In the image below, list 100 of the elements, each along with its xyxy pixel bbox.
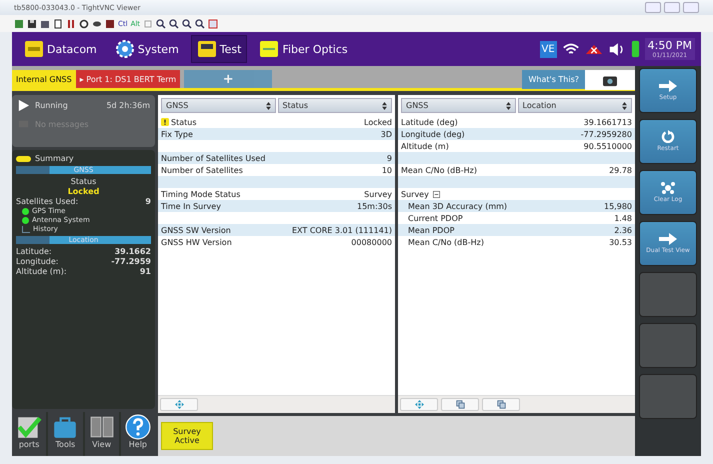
refresh-icon[interactable]: [79, 18, 89, 28]
row-label: Status: [171, 118, 196, 126]
row-label: GNSS SW Version: [161, 226, 231, 234]
row-value: -77.2959280: [580, 130, 632, 138]
row-value: EXT CORE 3.01 (111141): [292, 226, 392, 234]
row-label: Mean PDOP: [408, 226, 454, 234]
field-label: Latitude:: [16, 247, 52, 256]
row-value: 1.48: [614, 214, 632, 222]
status-label: Status: [70, 177, 98, 186]
row-label: Mean C/No (dB-Hz): [408, 238, 484, 246]
splat-icon: [658, 181, 678, 196]
toolbar-icon[interactable]: [14, 18, 24, 28]
fullscreen-icon[interactable]: [208, 18, 218, 28]
help-icon: [124, 414, 151, 440]
field-label: Longitude:: [16, 257, 58, 266]
whats-this-button[interactable]: What's This?: [522, 70, 585, 89]
row-label: Current PDOP: [408, 214, 463, 222]
arrow-icon: [658, 232, 678, 246]
row-label: Latitude (deg): [401, 118, 458, 126]
test-module-icon: [196, 39, 217, 59]
dropdown[interactable]: GNSS: [161, 98, 276, 113]
move-icon: [414, 400, 424, 409]
field-value: 91: [140, 267, 151, 276]
row-value: 2.36: [614, 226, 632, 234]
tool-button[interactable]: ports: [12, 412, 46, 456]
document-icon[interactable]: [53, 18, 63, 28]
play-icon[interactable]: [17, 99, 30, 112]
zoom-icon[interactable]: [156, 18, 166, 28]
checkmark-icon: [16, 414, 42, 440]
spinner-arrows-icon: [382, 102, 387, 110]
pane-button[interactable]: [400, 398, 438, 411]
status-badge: VE: [540, 40, 557, 58]
port-tab[interactable]: ▸ Port 1: DS1 BERT Term: [76, 70, 180, 88]
status-value: Locked: [66, 187, 100, 196]
nav-tab[interactable]: Datacom: [18, 35, 103, 63]
summary-label: Summary: [35, 154, 74, 163]
row-value: 00080000: [351, 238, 392, 246]
nav-tab[interactable]: Test: [190, 35, 248, 63]
field-value: -77.2959: [111, 257, 151, 266]
dropdown[interactable]: GNSS: [401, 98, 516, 113]
arrow-icon: [658, 79, 678, 94]
wifi-icon: [562, 42, 580, 56]
row-value: Locked: [364, 118, 392, 126]
pane-button[interactable]: [482, 398, 520, 411]
summary-led-icon: [16, 156, 31, 162]
row-value: 15m:30s: [356, 202, 392, 210]
pane-button[interactable]: [441, 398, 479, 411]
nav-tab[interactable]: Fiber Optics: [253, 35, 354, 63]
clock-time: 4:50 PM: [648, 39, 692, 52]
row-label: GNSS HW Version: [161, 238, 232, 246]
field-value: 9: [145, 197, 151, 206]
save-icon[interactable]: [27, 18, 37, 28]
zoom-icon[interactable]: [169, 18, 180, 28]
toolbar-icon[interactable]: [40, 18, 50, 28]
tool-button[interactable]: Tools: [48, 412, 82, 456]
row-label: Number of Satellites: [161, 166, 243, 174]
row-value: 3D: [380, 130, 392, 138]
row-value: 29.78: [609, 166, 632, 174]
collapse-icon[interactable]: [432, 190, 440, 198]
camera-button[interactable]: [585, 70, 635, 90]
field-value: 39.1662: [114, 247, 151, 256]
row-label: Mean C/No (dB-Hz): [401, 166, 477, 174]
row-label: Survey: [401, 190, 429, 198]
row-label: Altitude (m): [401, 142, 449, 150]
split-view-icon: [88, 414, 115, 440]
row-label: Mean 3D Accuracy (mm): [408, 202, 508, 210]
row-label: Number of Satellites Used: [161, 154, 266, 162]
gear-icon: [114, 39, 135, 59]
copy-icon: [456, 400, 464, 409]
row-value: Survey: [364, 190, 392, 198]
row-label: Fix Type: [161, 130, 193, 138]
copy-icon: [496, 400, 506, 409]
module-icon: [24, 39, 44, 59]
spinner-arrows-icon: [622, 102, 627, 110]
row-value: 10: [382, 166, 392, 174]
spinner-arrows-icon: [506, 102, 510, 110]
zoom-icon[interactable]: [195, 18, 206, 28]
dropdown[interactable]: Status: [278, 98, 392, 113]
row-value: 15,980: [604, 202, 632, 210]
pane-button[interactable]: [160, 398, 198, 411]
gnss-tab[interactable]: Internal GNSS: [12, 70, 76, 90]
pause-icon[interactable]: [66, 18, 76, 28]
run-state: Running: [35, 101, 68, 110]
battery-icon: [630, 39, 640, 59]
tool-button[interactable]: View: [84, 412, 119, 456]
dropdown[interactable]: Location: [518, 98, 632, 113]
row-value: 39.1661713: [584, 118, 632, 126]
move-icon: [174, 400, 184, 409]
run-duration: 5d 2h:36m: [106, 101, 150, 110]
row-value: 90.5510000: [584, 142, 632, 150]
survey-status-indicator: Survey Active: [161, 422, 213, 450]
fiber-icon: [259, 39, 280, 59]
zoom-icon[interactable]: [182, 18, 192, 28]
row-value: 30.53: [609, 238, 632, 246]
spinner-arrows-icon: [266, 102, 270, 110]
row-label: Longitude (deg): [401, 130, 465, 138]
field-label: Satellites Used:: [16, 197, 78, 206]
tool-button[interactable]: Help: [120, 412, 155, 456]
nav-tab[interactable]: System: [108, 35, 185, 63]
field-label: Altitude (m):: [16, 267, 67, 276]
